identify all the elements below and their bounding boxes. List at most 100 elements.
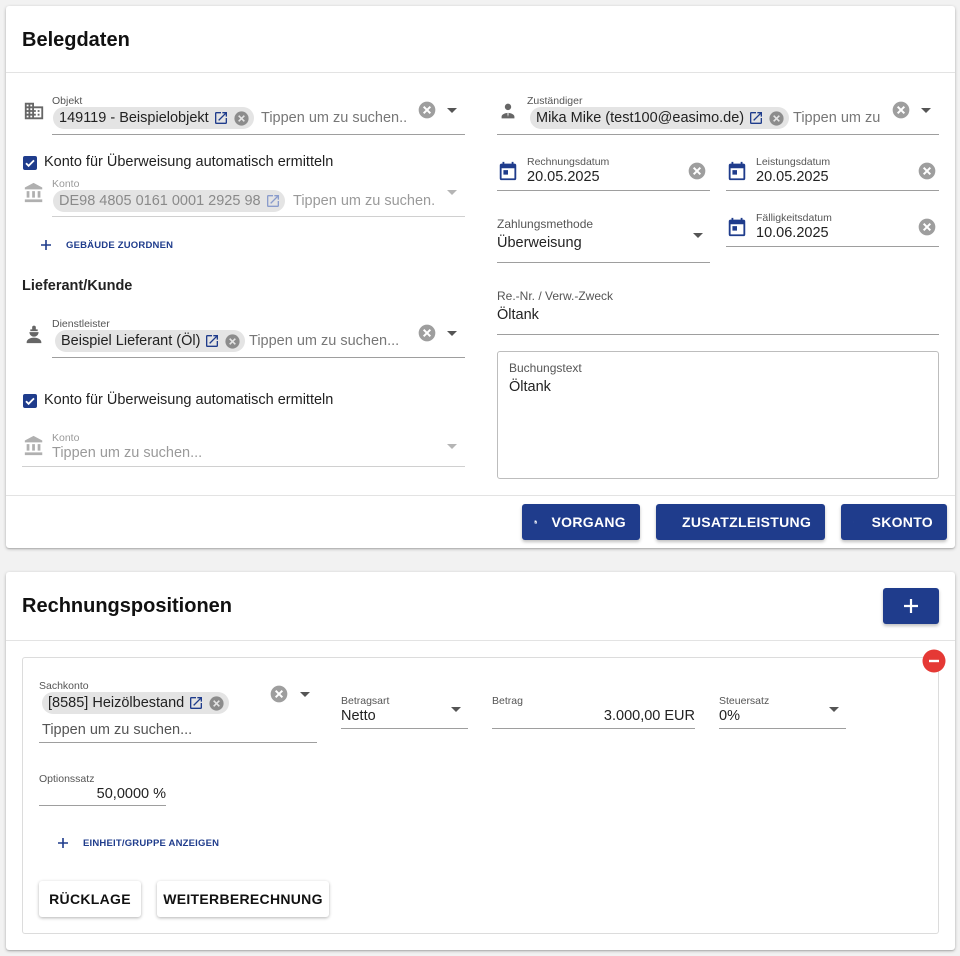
konto-auto-checkbox-1[interactable] [23, 156, 37, 170]
konto-auto-checkbox-2[interactable] [23, 394, 37, 408]
zusatzleistung-button[interactable]: ZUSATZLEISTUNG [656, 504, 825, 540]
rechnungsdatum-label: Rechnungsdatum [527, 156, 610, 168]
objekt-clear-icon[interactable] [417, 100, 437, 120]
dienstleister-clear-icon[interactable] [417, 323, 437, 343]
open-in-new-icon[interactable] [265, 193, 281, 209]
chip-remove-icon[interactable] [233, 110, 250, 127]
weiterberechnung-button[interactable]: WEITERBERECHNUNG [157, 881, 329, 917]
steuersatz-select[interactable]: 0% [719, 708, 740, 724]
einheit-gruppe-button[interactable]: EINHEIT/GRUPPE ANZEIGEN [57, 837, 219, 849]
optionssatz-label: Optionssatz [39, 773, 95, 785]
objekt-chip-text: 149119 - Beispielobjekt [59, 110, 209, 126]
dienstleister-search-input[interactable]: Tippen um zu suchen... [249, 333, 399, 349]
chip-remove-icon[interactable] [224, 333, 241, 350]
rechnungsdatum-input[interactable]: 20.05.2025 [527, 169, 600, 185]
leistungsdatum-label: Leistungsdatum [756, 156, 831, 168]
sachkonto-chip-text: [8585] Heizölbestand [48, 695, 185, 711]
zustaendiger-dropdown-icon[interactable] [921, 108, 931, 113]
lieferant-kunde-heading: Lieferant/Kunde [22, 278, 133, 294]
buchungstext-value: Öltank [509, 379, 551, 395]
bank-icon [24, 435, 43, 456]
plus-icon [41, 240, 51, 250]
zahlungsmethode-select[interactable]: Überweisung [497, 235, 582, 251]
bank-icon [24, 182, 43, 203]
zustaendiger-clear-icon[interactable] [891, 100, 911, 120]
rechnungspositionen-title: Rechnungspositionen [22, 595, 232, 617]
ruecklage-button[interactable]: RÜCKLAGE [39, 881, 141, 917]
zahlungsmethode-label: Zahlungsmethode [497, 217, 594, 231]
steuersatz-underline [719, 728, 846, 729]
betrag-input[interactable]: 3.000,00 EUR [492, 708, 695, 724]
dienstleister-chip[interactable]: Beispiel Lieferant (Öl) [55, 330, 246, 352]
vorgang-label: VORGANG [551, 514, 626, 530]
worker-icon [26, 325, 42, 344]
konto-1-chip[interactable]: DE98 4805 0161 0001 2925 98 [53, 190, 285, 212]
belegdaten-card: Belegdaten Objekt 149119 - Beispielobjek… [6, 6, 955, 548]
leistungsdatum-clear-icon[interactable] [917, 161, 937, 181]
chip-remove-icon[interactable] [768, 110, 785, 127]
betrag-underline [492, 728, 695, 729]
sachkonto-chip[interactable]: [8585] Heizölbestand [42, 692, 230, 714]
document-icon [534, 520, 537, 524]
betragsart-select[interactable]: Netto [341, 708, 376, 724]
sachkonto-search-input[interactable]: Tippen um zu suchen... [42, 722, 192, 738]
dienstleister-underline [52, 357, 465, 358]
sachkonto-underline [39, 742, 317, 743]
konto-1-search-input[interactable]: Tippen um zu suchen. [293, 193, 435, 209]
re-nr-input[interactable]: Öltank [497, 307, 539, 323]
open-in-new-icon[interactable] [204, 333, 220, 349]
calendar-icon[interactable] [726, 160, 748, 182]
open-in-new-icon[interactable] [748, 110, 764, 126]
rechnungsdatum-underline [497, 190, 710, 191]
dienstleister-chip-text: Beispiel Lieferant (Öl) [61, 333, 201, 349]
gebaeude-zuordnen-label: GEBÄUDE ZUORDNEN [66, 239, 174, 251]
optionssatz-underline [39, 805, 166, 806]
sachkonto-dropdown-icon[interactable] [300, 692, 310, 697]
belegdaten-footer-divider [6, 495, 955, 496]
skonto-button[interactable]: SKONTO [841, 504, 947, 540]
skonto-label: SKONTO [871, 514, 933, 530]
konto-2-search-input[interactable]: Tippen um zu suchen... [52, 445, 202, 461]
zustaendiger-search-input[interactable]: Tippen um zu [793, 110, 880, 126]
person-icon [501, 103, 515, 119]
objekt-dropdown-icon[interactable] [447, 108, 457, 113]
belegdaten-header-divider [6, 72, 955, 73]
rechnungspositionen-card: Rechnungspositionen Sachkonto [8585] Hei… [6, 572, 955, 950]
faelligkeitsdatum-label: Fälligkeitsdatum [756, 212, 832, 224]
open-in-new-icon[interactable] [213, 110, 229, 126]
konto-2-label: Konto [52, 432, 80, 444]
optionssatz-input[interactable]: 50,0000 % [39, 786, 166, 802]
konto-1-chip-text: DE98 4805 0161 0001 2925 98 [59, 193, 261, 209]
plus-icon [904, 599, 918, 613]
vorgang-button[interactable]: VORGANG [522, 504, 640, 540]
objekt-chip[interactable]: 149119 - Beispielobjekt [53, 107, 254, 129]
zustaendiger-chip[interactable]: Mika Mike (test100@easimo.de) [530, 107, 790, 129]
plus-icon [58, 838, 68, 848]
open-in-new-icon[interactable] [188, 695, 204, 711]
remove-position-icon[interactable] [922, 649, 946, 673]
re-nr-underline [497, 334, 939, 335]
objekt-underline [52, 134, 465, 135]
konto-2-dropdown-icon[interactable] [447, 444, 457, 449]
betragsart-dropdown-icon[interactable] [451, 707, 461, 712]
chip-remove-icon[interactable] [208, 695, 225, 712]
sachkonto-label: Sachkonto [39, 680, 89, 692]
calendar-icon[interactable] [497, 160, 519, 182]
zusatzleistung-label: ZUSATZLEISTUNG [682, 514, 812, 530]
leistungsdatum-input[interactable]: 20.05.2025 [756, 169, 829, 185]
sachkonto-clear-icon[interactable] [269, 684, 289, 704]
dienstleister-dropdown-icon[interactable] [447, 331, 457, 336]
building-icon [24, 102, 44, 120]
add-position-button[interactable] [883, 588, 939, 624]
rechnungsdatum-clear-icon[interactable] [687, 161, 707, 181]
calendar-icon[interactable] [726, 216, 748, 238]
zustaendiger-chip-text: Mika Mike (test100@easimo.de) [536, 110, 745, 126]
gebaeude-zuordnen-button[interactable]: GEBÄUDE ZUORDNEN [40, 239, 173, 251]
zahlungsmethode-dropdown-icon[interactable] [693, 233, 703, 238]
steuersatz-dropdown-icon[interactable] [829, 707, 839, 712]
faelligkeitsdatum-input[interactable]: 10.06.2025 [756, 225, 829, 241]
objekt-label: Objekt [52, 95, 83, 107]
konto-1-dropdown-icon[interactable] [447, 190, 457, 195]
objekt-search-input[interactable]: Tippen um zu suchen.. [261, 110, 407, 126]
faelligkeitsdatum-clear-icon[interactable] [917, 217, 937, 237]
